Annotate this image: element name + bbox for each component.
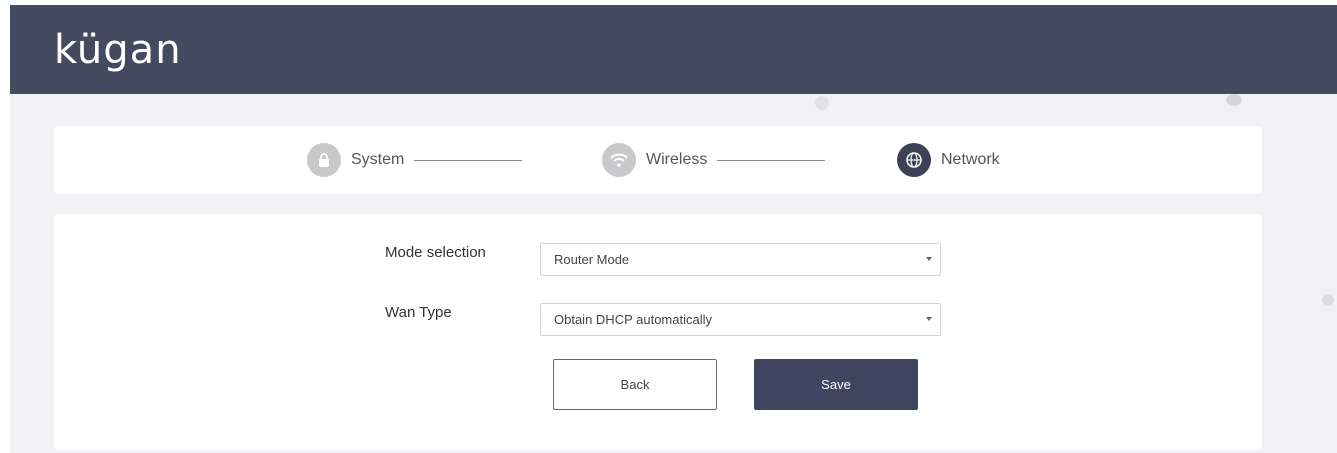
background-decoration [1322, 294, 1334, 306]
background-decoration [1226, 94, 1242, 106]
step-wireless: Wireless [602, 143, 826, 177]
back-button[interactable]: Back [553, 359, 717, 410]
wan-type-label: Wan Type [385, 304, 452, 321]
network-form-card: Mode selection Router Mode Wan Type Obta… [54, 214, 1262, 450]
page: kügan System Wireless Network Mode selec… [0, 0, 1337, 453]
background-decoration [815, 96, 829, 110]
step-label: Network [941, 151, 1000, 168]
header-bar: kügan [10, 5, 1337, 94]
wan-type-value: Obtain DHCP automatically [554, 312, 712, 327]
step-system: System [307, 143, 523, 177]
mode-selection-value: Router Mode [554, 252, 630, 267]
chevron-down-icon [926, 317, 932, 321]
lock-icon [307, 143, 341, 177]
wan-type-select[interactable]: Obtain DHCP automatically [540, 303, 941, 336]
step-connector [414, 159, 523, 161]
setup-steps-card: System Wireless Network [54, 126, 1262, 194]
step-label: System [351, 151, 405, 168]
save-button[interactable]: Save [754, 359, 918, 410]
chevron-down-icon [926, 257, 932, 261]
wifi-icon [602, 143, 636, 177]
globe-icon [897, 143, 931, 177]
brand-logo[interactable]: kügan [54, 27, 182, 73]
step-label: Wireless [646, 151, 708, 168]
step-network: Network [897, 143, 1000, 177]
mode-selection-select[interactable]: Router Mode [540, 243, 941, 276]
step-connector [717, 159, 826, 161]
mode-selection-label: Mode selection [385, 244, 486, 261]
